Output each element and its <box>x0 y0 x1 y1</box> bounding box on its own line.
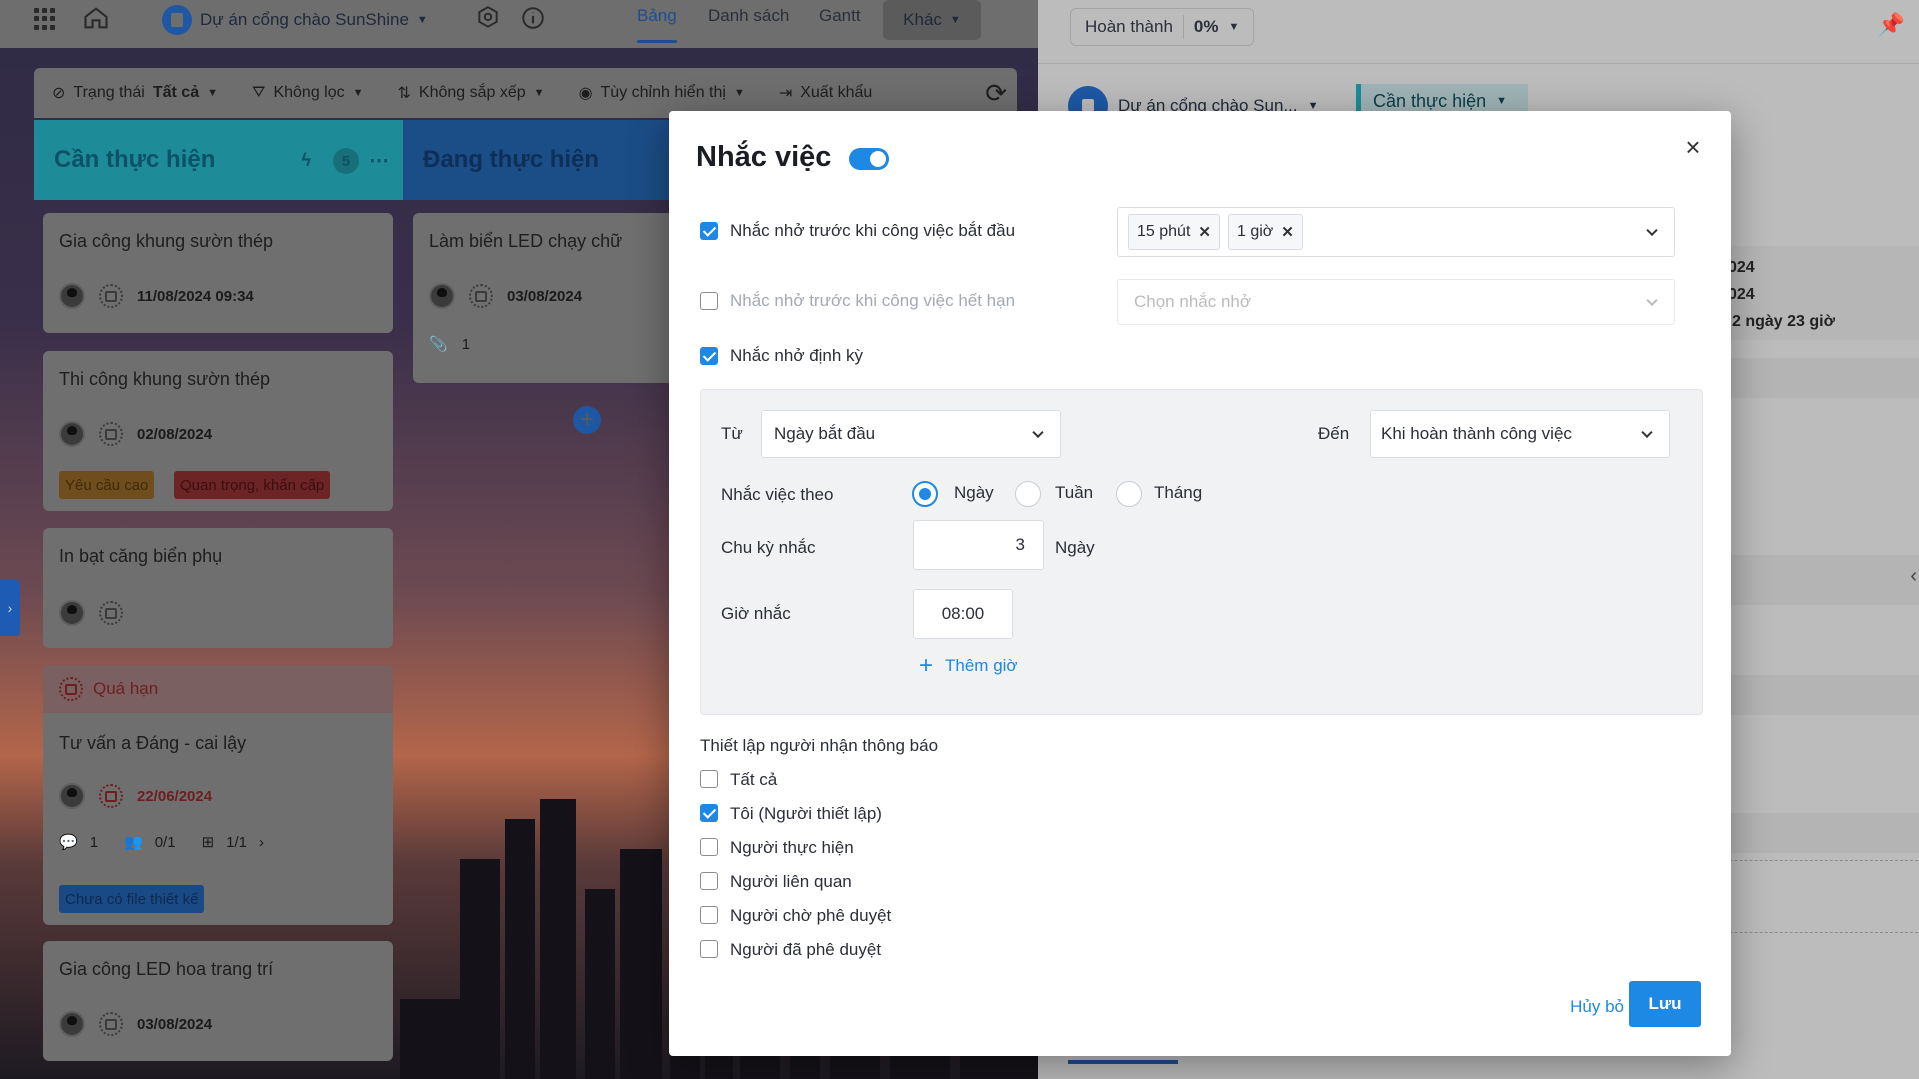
close-icon[interactable]: × <box>1681 134 1705 160</box>
recipient-all-checkbox[interactable] <box>700 770 718 788</box>
save-button[interactable]: Lưu <box>1629 981 1701 1027</box>
remind-before-due-select[interactable]: Chọn nhắc nhở <box>1117 279 1675 325</box>
from-value: Ngày bắt đầu <box>774 424 876 443</box>
recipient-me-checkbox[interactable] <box>700 804 718 822</box>
remind-by-label: Nhắc việc theo <box>721 485 834 504</box>
radio-month[interactable] <box>1116 481 1142 507</box>
chevron-down-icon <box>1641 426 1653 439</box>
chip-label: 15 phút <box>1137 223 1191 240</box>
cycle-value: 3 <box>1015 535 1025 554</box>
reminder-chip: 15 phút ✕ <box>1128 214 1220 250</box>
to-select[interactable]: Khi hoàn thành công việc <box>1370 410 1670 458</box>
time-input[interactable]: 08:00 <box>913 589 1013 639</box>
recipient-label: Tất cả <box>730 770 778 789</box>
to-label: Đến <box>1318 424 1350 443</box>
recipient-label: Người chờ phê duyệt <box>730 906 892 925</box>
from-select[interactable]: Ngày bắt đầu <box>761 410 1061 458</box>
radio-month-label: Tháng <box>1154 483 1203 502</box>
radio-week[interactable] <box>1015 481 1041 507</box>
recipient-related-checkbox[interactable] <box>700 872 718 890</box>
periodic-reminder-checkbox[interactable] <box>700 347 718 365</box>
dialog-title: Nhắc việc <box>696 141 832 173</box>
cancel-button[interactable]: Hủy bỏ <box>1570 997 1624 1017</box>
recipient-approved-checkbox[interactable] <box>700 940 718 958</box>
remind-before-due-label: Nhắc nhở trước khi công việc hết hạn <box>730 291 1016 310</box>
reminder-chip: 1 giờ ✕ <box>1227 214 1303 250</box>
cycle-input[interactable]: 3 <box>913 520 1044 570</box>
periodic-settings-panel: Từ Ngày bắt đầu Đến Khi hoàn thành công … <box>700 389 1703 715</box>
time-label: Giờ nhắc <box>721 604 791 623</box>
radio-week-label: Tuần <box>1055 483 1094 502</box>
remind-before-start-label: Nhắc nhở trước khi công việc bắt đầu <box>730 221 1016 240</box>
remind-before-due-checkbox[interactable] <box>700 292 718 310</box>
reminder-dialog: Nhắc việc × Nhắc nhở trước khi công việc… <box>669 111 1731 1056</box>
add-time-label: Thêm giờ <box>945 656 1018 675</box>
recipient-pending-approver-checkbox[interactable] <box>700 906 718 924</box>
chevron-down-icon <box>1646 294 1658 307</box>
radio-day[interactable] <box>912 481 938 507</box>
remind-before-due-placeholder: Chọn nhắc nhở <box>1134 292 1252 311</box>
time-value: 08:00 <box>941 604 985 623</box>
remove-chip-icon[interactable]: ✕ <box>1198 223 1211 241</box>
recipient-label: Người liên quan <box>730 872 852 891</box>
periodic-reminder-label: Nhắc nhở định kỳ <box>730 346 864 365</box>
reminder-toggle[interactable] <box>849 148 889 170</box>
radio-day-label: Ngày <box>954 483 994 502</box>
recipient-label: Người đã phê duyệt <box>730 940 882 959</box>
to-value: Khi hoàn thành công việc <box>1381 424 1572 443</box>
remind-before-start-checkbox[interactable] <box>700 222 718 240</box>
chevron-down-icon <box>1646 224 1658 237</box>
remove-chip-icon[interactable]: ✕ <box>1281 223 1294 241</box>
cycle-label: Chu kỳ nhắc <box>721 538 816 557</box>
recipients-title: Thiết lập người nhận thông báo <box>700 736 939 755</box>
chip-label: 1 giờ <box>1236 223 1274 240</box>
plus-icon: + <box>919 652 934 679</box>
add-time-button[interactable]: + Thêm giờ <box>919 654 1018 678</box>
chevron-down-icon <box>1032 426 1044 439</box>
from-label: Từ <box>721 424 743 443</box>
recipient-assignee-checkbox[interactable] <box>700 838 718 856</box>
cycle-unit: Ngày <box>1055 538 1095 557</box>
recipient-label: Người thực hiện <box>730 838 854 857</box>
recipient-label: Tôi (Người thiết lập) <box>730 804 882 823</box>
remind-before-start-select[interactable]: 15 phút ✕ 1 giờ ✕ <box>1117 207 1675 257</box>
